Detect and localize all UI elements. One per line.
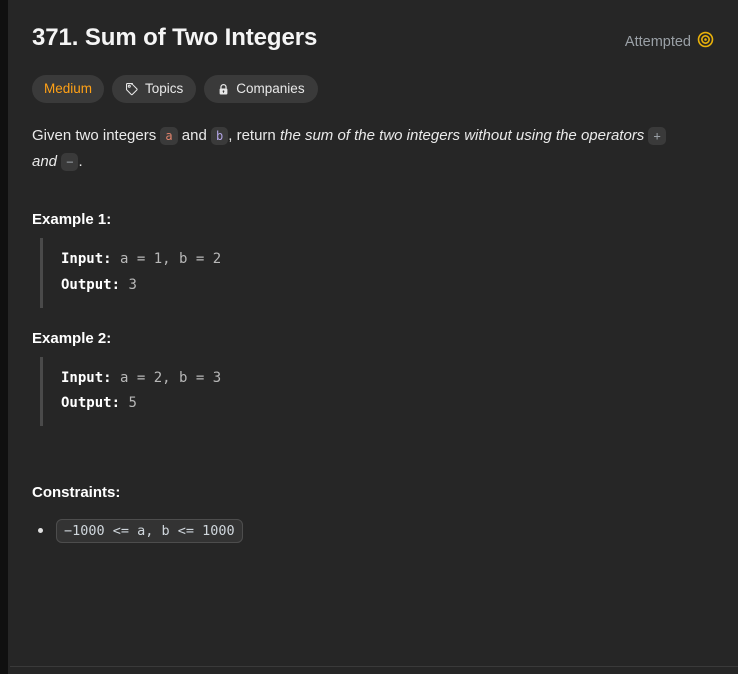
problem-description: Given two integers a and b, return the s… [24, 123, 714, 175]
page-title: 371. Sum of Two Integers [32, 24, 318, 51]
lock-icon [217, 83, 230, 96]
problem-content: 371. Sum of Two Integers Attempted Mediu… [8, 0, 738, 674]
example-1-output-value: 3 [120, 276, 137, 293]
difficulty-pill-label: Medium [44, 81, 93, 97]
constraints-heading: Constraints: [32, 484, 121, 502]
inline-code-a: a [160, 127, 178, 146]
topics-pill-label: Topics [145, 81, 184, 97]
problem-panel: 371. Sum of Two Integers Attempted Mediu… [0, 0, 738, 674]
example-2-input-value: a = 2, b = 3 [111, 369, 222, 386]
inline-code-plus: + [648, 127, 666, 146]
description-emphasis-1: the sum of the two integers without usin… [279, 127, 649, 145]
inline-code-b: b [211, 127, 229, 146]
description-emphasis-2: and [32, 152, 62, 170]
left-gutter [0, 0, 8, 674]
target-icon [697, 31, 714, 53]
example-1-input-value: a = 1, b = 2 [111, 250, 222, 267]
example-1-input-label: Input: [61, 250, 112, 267]
problem-header: 371. Sum of Two Integers Attempted [24, 22, 714, 53]
description-text-1: Given two integers [32, 127, 161, 145]
topics-pill[interactable]: Topics [112, 75, 197, 104]
example-1-heading: Example 1: [32, 210, 112, 228]
description-text-2: and [177, 127, 212, 145]
constraints-list: −1000 <= a, b <= 1000 [24, 519, 714, 544]
example-1-output-label: Output: [61, 276, 121, 293]
example-2-output-value: 5 [120, 395, 137, 412]
companies-pill[interactable]: Companies [204, 75, 318, 104]
inline-code-minus: − [61, 152, 79, 171]
description-text-4: . [78, 152, 83, 170]
difficulty-pill-medium[interactable]: Medium [32, 75, 105, 104]
example-2-output-label: Output: [61, 395, 121, 412]
tag-row: Medium Topics Companies [24, 75, 714, 104]
example-2-heading: Example 2: [32, 329, 112, 347]
status-badge[interactable]: Attempted [625, 31, 714, 53]
constraint-code: −1000 <= a, b <= 1000 [56, 519, 243, 544]
status-badge-label: Attempted [624, 34, 691, 50]
bottom-divider [10, 666, 738, 667]
description-text-3: , return [228, 127, 280, 145]
example-2-input-label: Input: [61, 369, 112, 386]
companies-pill-label: Companies [236, 81, 305, 97]
tag-icon [125, 82, 139, 96]
list-item: −1000 <= a, b <= 1000 [38, 519, 714, 544]
example-1-block: Input: a = 1, b = 2 Output: 3 [40, 237, 714, 308]
example-2-block: Input: a = 2, b = 3 Output: 5 [40, 356, 714, 427]
